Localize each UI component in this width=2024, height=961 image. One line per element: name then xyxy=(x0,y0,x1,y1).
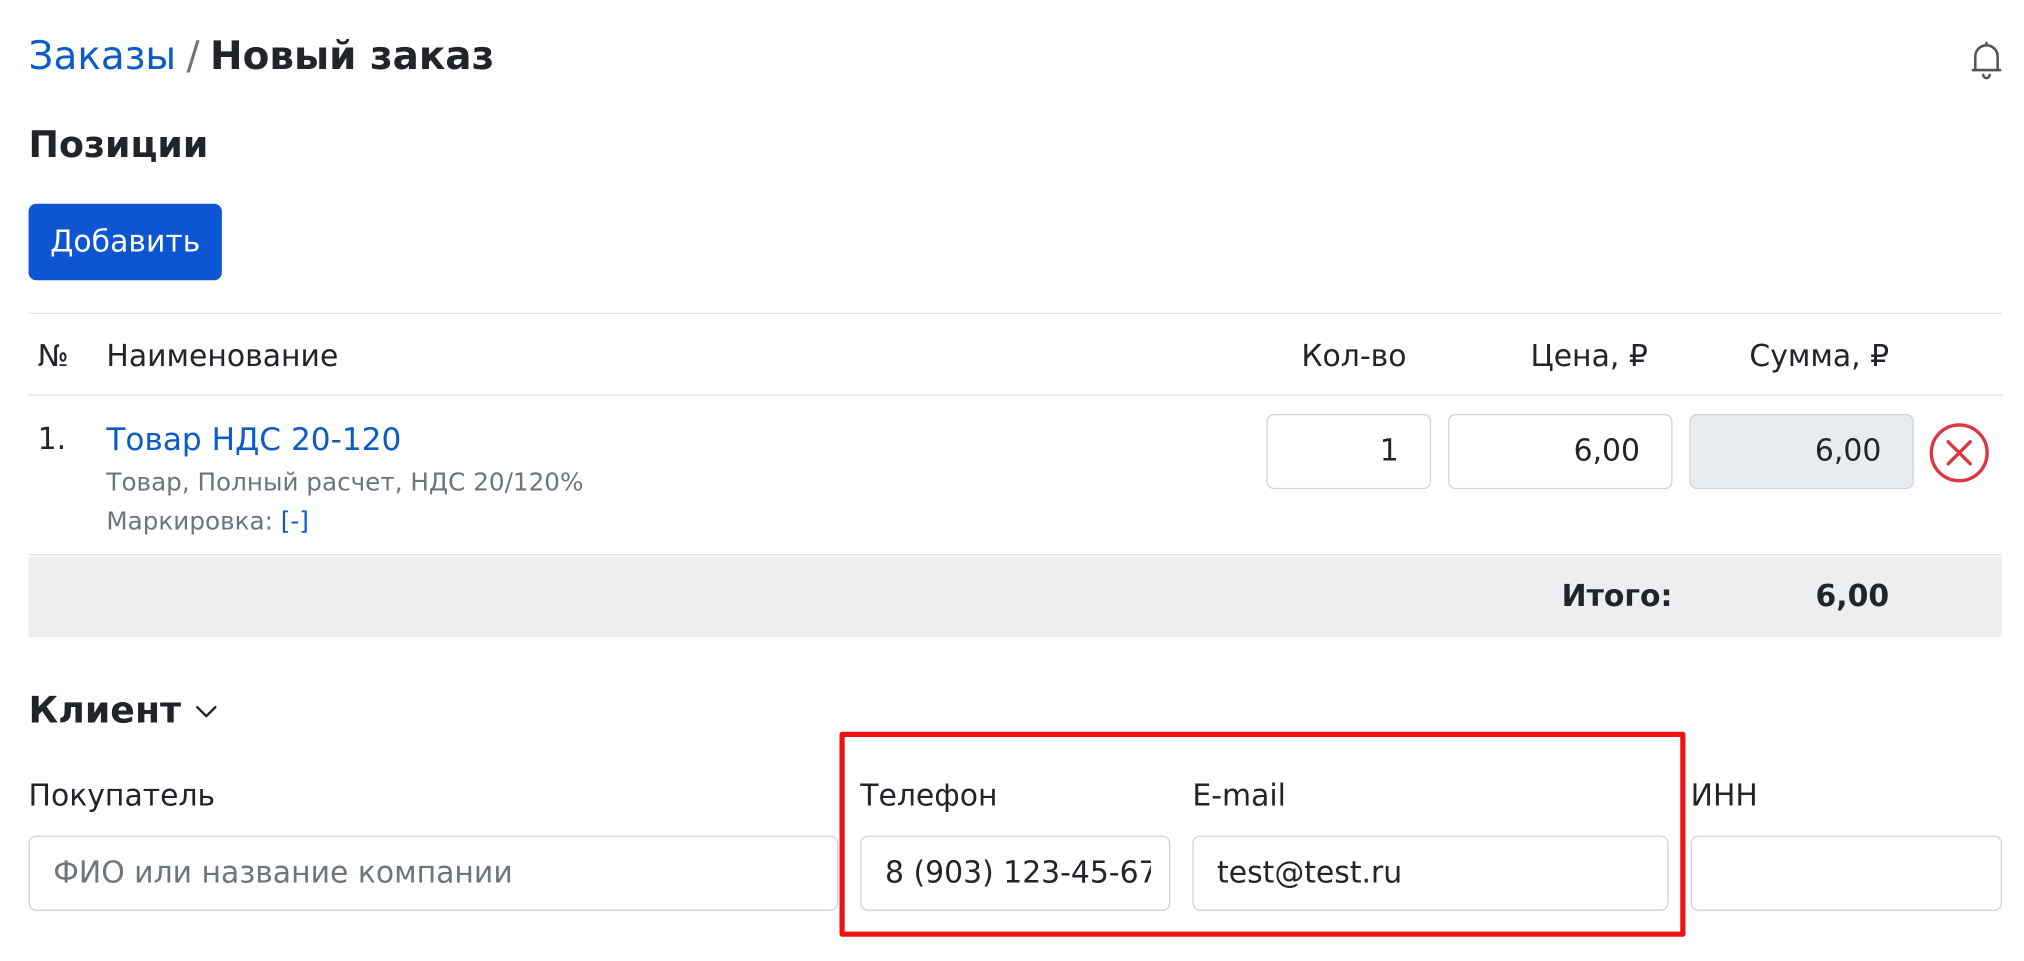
price-input[interactable] xyxy=(1448,413,1673,490)
remove-circle-icon[interactable] xyxy=(1928,422,1990,484)
positions-heading: Позиции xyxy=(28,123,209,167)
quantity-input[interactable] xyxy=(1266,413,1432,490)
row-divider xyxy=(28,554,2003,556)
bell-icon[interactable] xyxy=(1967,39,2006,81)
new-order-page: Заказы / Новый заказ Позиции Добавить № На… xyxy=(0,0,2024,961)
phone-label: Телефон xyxy=(860,779,998,814)
column-header-price: Цена, ₽ xyxy=(1530,339,1648,374)
breadcrumb: Заказы / Новый заказ xyxy=(29,29,495,86)
column-header-name: Наименование xyxy=(106,339,339,374)
client-heading: Клиент xyxy=(28,688,182,732)
column-header-sum: Сумма, ₽ xyxy=(1749,339,1890,374)
buyer-input[interactable] xyxy=(28,835,839,911)
breadcrumb-separator: / xyxy=(186,33,200,80)
item-marking: Маркировка: [-] xyxy=(106,503,308,539)
row-number: 1. xyxy=(37,422,67,457)
column-header-number: № xyxy=(37,339,69,374)
chevron-down-icon xyxy=(195,705,217,718)
client-section-toggle[interactable]: Клиент xyxy=(29,685,220,737)
item-name-link[interactable]: Товар НДС 20-120 xyxy=(106,416,401,463)
totals-row xyxy=(28,556,2003,638)
total-label: Итого: xyxy=(1561,579,1673,614)
inn-label: ИНН xyxy=(1690,779,1758,814)
item-description: Товар, Полный расчет, НДС 20/120% xyxy=(106,468,584,497)
phone-input[interactable] xyxy=(860,835,1171,911)
header-divider xyxy=(28,394,2003,396)
sum-input xyxy=(1689,413,1914,490)
column-header-quantity: Кол-во xyxy=(1301,339,1407,374)
marking-link[interactable]: [-] xyxy=(281,507,309,536)
buyer-label: Покупатель xyxy=(28,779,216,814)
table-top-divider xyxy=(28,312,2003,314)
breadcrumb-orders-link[interactable]: Заказы xyxy=(29,34,177,79)
marking-label: Маркировка: xyxy=(106,507,273,536)
email-input[interactable] xyxy=(1192,835,1669,911)
email-label: E-mail xyxy=(1192,779,1286,814)
inn-input[interactable] xyxy=(1690,835,2003,911)
total-value: 6,00 xyxy=(1815,579,1890,614)
page-title: Новый заказ xyxy=(210,33,495,80)
add-position-button[interactable]: Добавить xyxy=(28,203,222,281)
